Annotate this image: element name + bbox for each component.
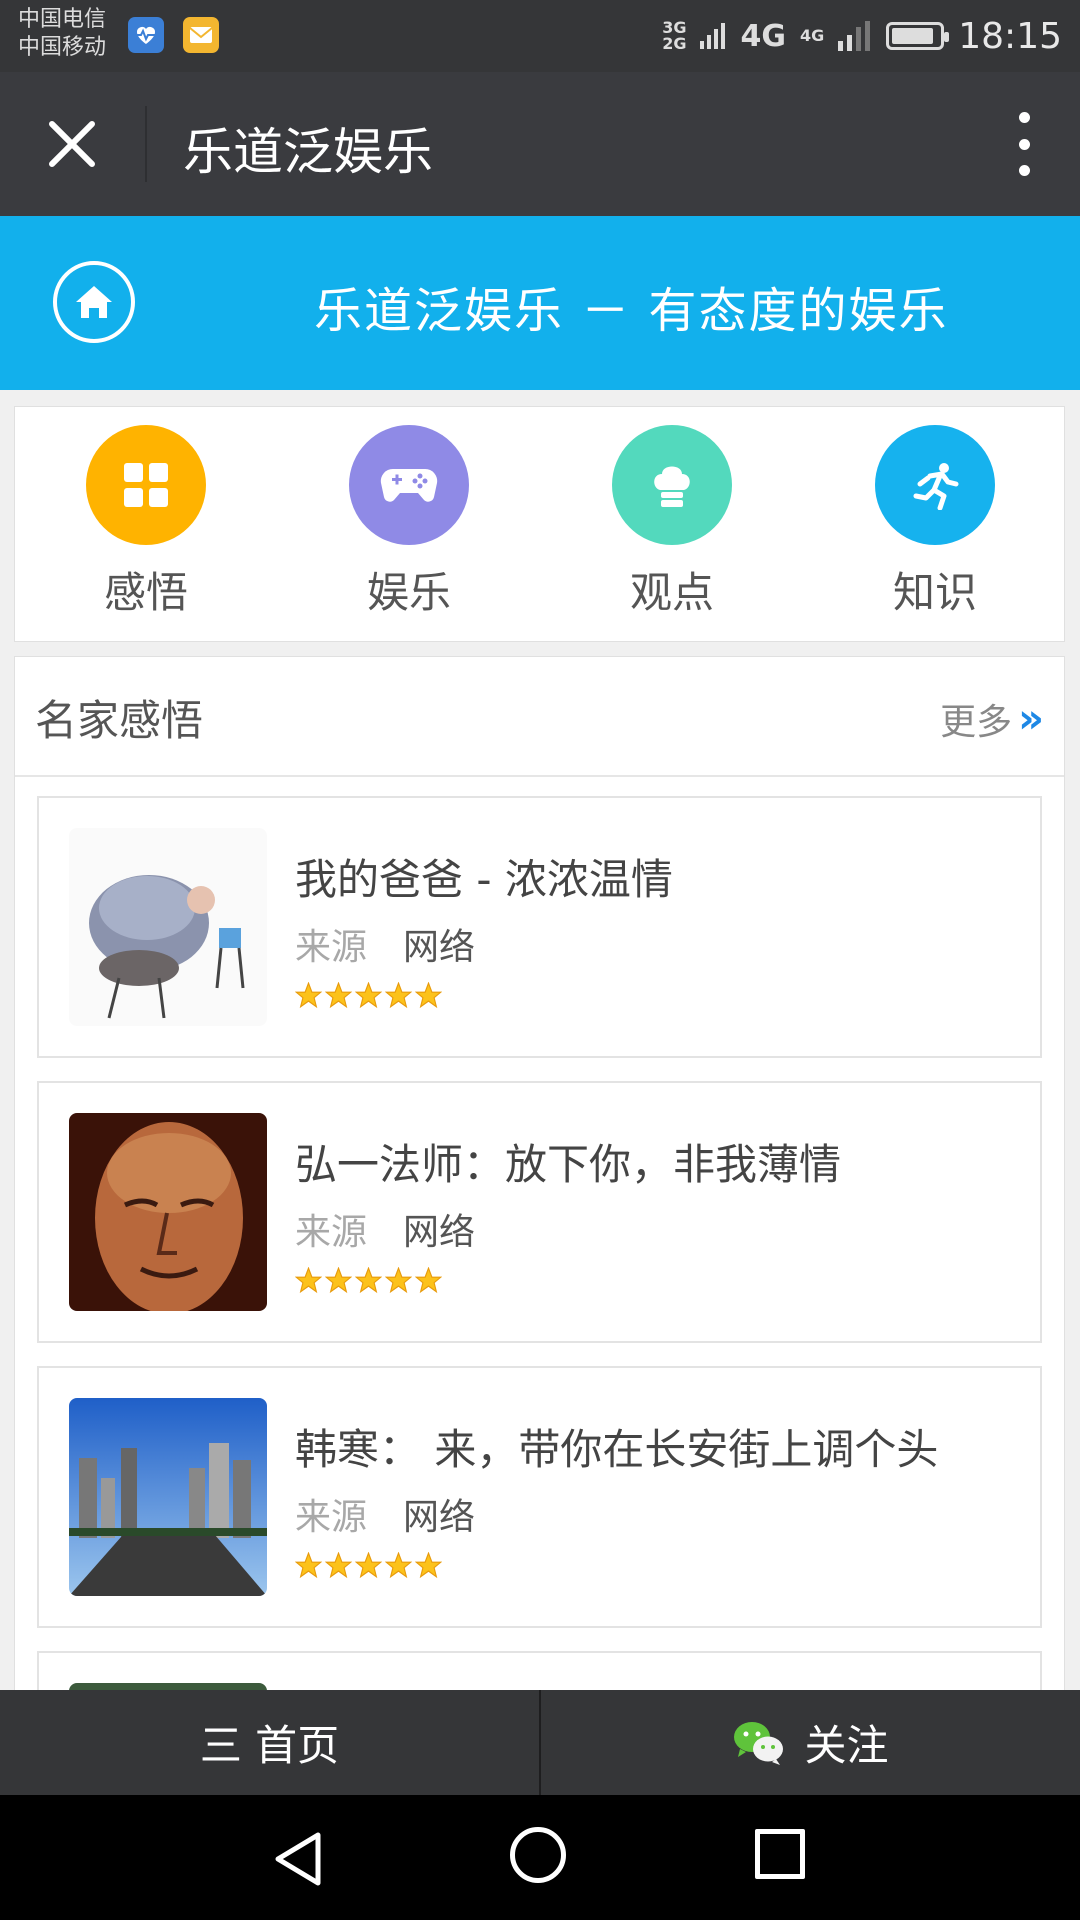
category-zhishi[interactable]: 知识 (870, 425, 1000, 620)
tab-follow-label: 关注 (804, 1721, 889, 1770)
list-item[interactable]: 我的爸爸 - 浓浓温情 来源 网络 (37, 796, 1042, 1058)
star-icon (415, 982, 442, 1009)
star-icon (295, 1267, 322, 1294)
status-bar: 中国电信 中国移动 3G 2G 4G 4G 18:15 (0, 0, 1080, 72)
star-icon (325, 1552, 352, 1579)
carrier-1: 中国电信 (18, 7, 107, 32)
category-label: 娱乐 (366, 568, 451, 617)
wechat-icon (734, 1721, 784, 1765)
star-icon (415, 1552, 442, 1579)
star-icon (385, 1267, 412, 1294)
article-section: 名家感悟 更多 » 我的爸爸 - 浓浓温情 来源 网络 弘一法师：放下你，非我薄… (14, 656, 1065, 1913)
bottom-tab-bar: 三 首页 关注 (0, 1690, 1080, 1795)
carrier-2: 中国移动 (18, 35, 107, 60)
banner-title: 乐道泛娱乐 － 有态度的娱乐 (314, 283, 949, 339)
category-panel: 感悟 娱乐 观点 知识 (14, 406, 1065, 642)
more-button[interactable] (1004, 112, 1044, 176)
category-label: 知识 (892, 568, 977, 617)
rating-stars (295, 1267, 442, 1294)
item-source: 来源 网络 (295, 1212, 476, 1253)
battery-icon (886, 22, 950, 50)
title-divider (145, 106, 147, 182)
close-button[interactable] (40, 112, 104, 176)
star-icon (385, 1552, 412, 1579)
running-icon (875, 425, 995, 545)
signal-icon (700, 23, 726, 49)
list-item[interactable]: 弘一法师：放下你，非我薄情 来源 网络 (37, 1081, 1042, 1343)
home-circle-icon[interactable] (510, 1827, 566, 1883)
clock: 18:15 (958, 15, 1062, 57)
thumbnail-image (69, 828, 267, 1026)
star-icon (295, 982, 322, 1009)
category-guandian[interactable]: 观点 (607, 425, 737, 620)
network-4g-small: 4G (799, 26, 825, 45)
item-source: 来源 网络 (295, 1497, 476, 1538)
star-icon (355, 982, 382, 1009)
chef-hat-icon (612, 425, 732, 545)
signal-icon-2 (838, 21, 871, 51)
category-ganwu[interactable]: 感悟 (81, 425, 211, 620)
star-icon (415, 1267, 442, 1294)
star-icon (355, 1267, 382, 1294)
thumbnail-image (69, 1113, 267, 1311)
tab-follow[interactable]: 关注 (541, 1690, 1080, 1795)
system-nav-bar (0, 1795, 1080, 1920)
tab-home[interactable]: 三 首页 (0, 1690, 539, 1795)
home-button[interactable] (52, 260, 136, 344)
list-item[interactable]: 韩寒： 来，带你在长安街上调个头 来源 网络 (37, 1366, 1042, 1628)
thumbnail-image (69, 1398, 267, 1596)
more-link[interactable]: 更多 » (940, 693, 1044, 745)
carrier-info: 中国电信 中国移动 (18, 6, 106, 62)
banner: 乐道泛娱乐 － 有态度的娱乐 (0, 216, 1080, 390)
more-vertical-icon (1018, 112, 1030, 123)
close-icon (49, 121, 95, 167)
star-icon (385, 982, 412, 1009)
rating-stars (295, 982, 442, 1009)
mail-app-icon (183, 17, 219, 53)
health-app-icon (128, 17, 164, 53)
star-icon (325, 982, 352, 1009)
recents-icon[interactable] (755, 1829, 805, 1879)
home-icon (53, 261, 135, 343)
item-title: 弘一法师：放下你，非我薄情 (295, 1140, 842, 1189)
star-icon (325, 1267, 352, 1294)
category-label: 观点 (629, 568, 714, 617)
tab-home-label: 三 首页 (199, 1721, 340, 1770)
gamepad-icon (349, 425, 469, 545)
star-icon (295, 1552, 322, 1579)
rating-stars (295, 1552, 442, 1579)
category-label: 感悟 (103, 568, 188, 617)
item-title: 我的爸爸 - 浓浓温情 (295, 855, 673, 904)
item-source: 来源 网络 (295, 927, 476, 968)
category-yule[interactable]: 娱乐 (344, 425, 474, 620)
network-4g-label: 4G (740, 18, 786, 54)
grid-icon (86, 425, 206, 545)
network-type-small: 3G 2G (662, 18, 687, 53)
double-chevron-icon: » (1018, 696, 1044, 742)
back-icon[interactable] (272, 1831, 324, 1887)
star-icon (355, 1552, 382, 1579)
item-title: 韩寒： 来，带你在长安街上调个头 (295, 1425, 939, 1474)
page-title: 乐道泛娱乐 (183, 123, 433, 181)
more-label: 更多 (940, 702, 1013, 743)
section-title: 名家感悟 (35, 696, 204, 745)
title-bar: 乐道泛娱乐 (0, 72, 1080, 216)
section-header: 名家感悟 更多 » (15, 657, 1064, 777)
